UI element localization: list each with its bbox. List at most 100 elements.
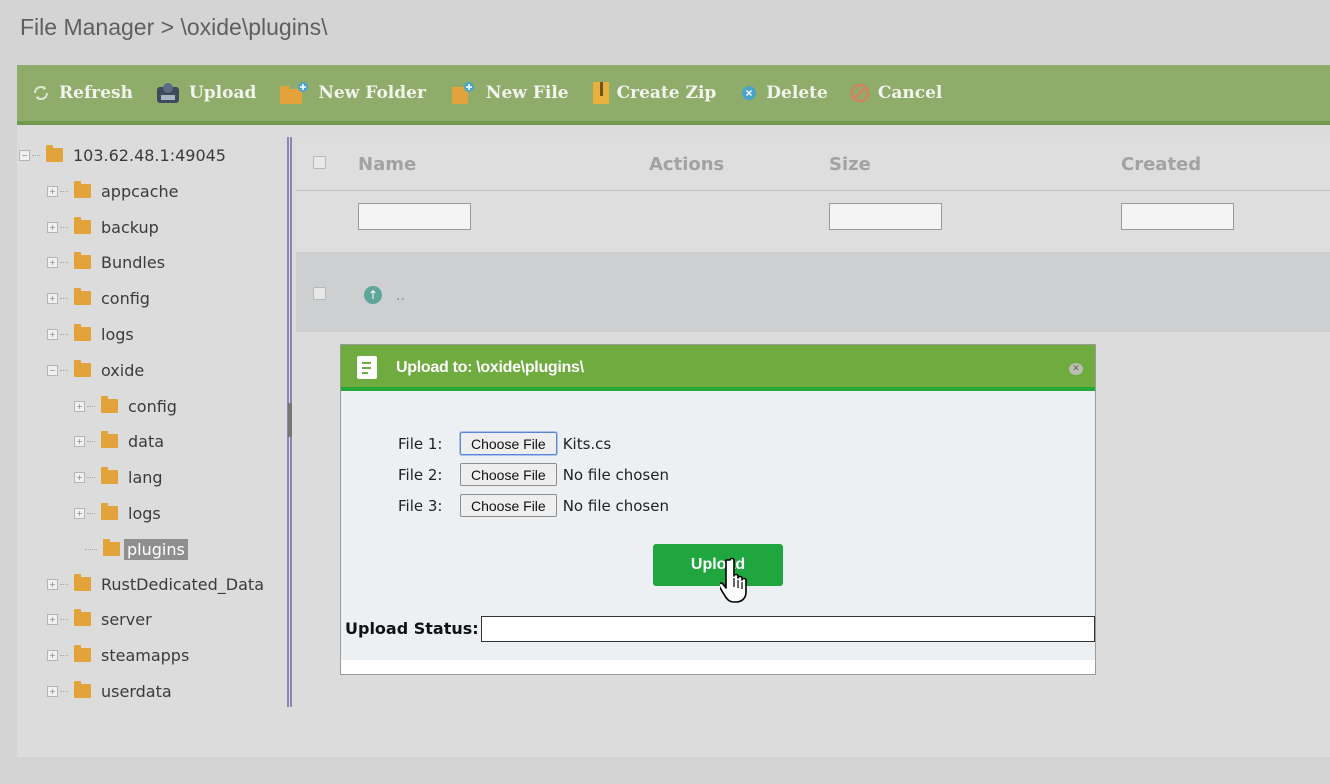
collapse-icon[interactable]: − bbox=[47, 364, 58, 376]
refresh-icon bbox=[31, 83, 51, 103]
delete-icon bbox=[740, 84, 758, 102]
folder-icon bbox=[74, 181, 91, 198]
expand-icon[interactable]: + bbox=[47, 578, 58, 590]
new-folder-label: New Folder bbox=[318, 83, 426, 103]
column-size[interactable]: Size bbox=[829, 154, 871, 175]
splitter-handle[interactable] bbox=[288, 403, 292, 437]
file-value: Kits.cs bbox=[562, 434, 612, 453]
upload-dialog: Upload to: \oxide\plugins\ ✕ File 1: Cho… bbox=[340, 344, 1096, 675]
file-row-2: File 2: Choose File No file chosen bbox=[398, 463, 669, 486]
expand-icon[interactable]: + bbox=[47, 221, 58, 233]
tree-item-oxide-lang[interactable]: + lang bbox=[74, 466, 163, 488]
expand-icon[interactable]: + bbox=[47, 613, 58, 625]
new-folder-button[interactable]: New Folder bbox=[278, 81, 426, 105]
upload-submit-button[interactable]: Upload bbox=[653, 544, 783, 586]
expand-icon[interactable]: + bbox=[47, 256, 58, 268]
tree-root[interactable]: − 103.62.48.1:49045 bbox=[19, 144, 226, 166]
folder-icon bbox=[74, 217, 91, 234]
folder-icon bbox=[74, 609, 91, 626]
expand-icon[interactable]: + bbox=[74, 435, 85, 447]
upload-toolbar-button[interactable]: Upload bbox=[155, 81, 256, 105]
upload-status-label: Upload Status: bbox=[345, 619, 479, 638]
expand-icon[interactable]: + bbox=[74, 471, 85, 483]
name-filter-input[interactable] bbox=[358, 203, 471, 230]
tree-item-label: logs bbox=[101, 324, 134, 344]
tree-item-config[interactable]: + config bbox=[47, 287, 150, 309]
tree-item-oxide-data[interactable]: + data bbox=[74, 430, 164, 452]
folder-tree: − 103.62.48.1:49045 + appcache + backup … bbox=[17, 130, 287, 710]
folder-icon bbox=[74, 252, 91, 269]
delete-label: Delete bbox=[766, 83, 828, 103]
folder-icon bbox=[101, 467, 118, 484]
file-row-1: File 1: Choose File Kits.cs bbox=[398, 432, 611, 455]
column-name[interactable]: Name bbox=[358, 154, 416, 175]
dialog-footer bbox=[341, 660, 1095, 674]
delete-button[interactable]: Delete bbox=[740, 83, 828, 103]
folder-icon bbox=[103, 539, 120, 556]
expand-icon[interactable]: + bbox=[47, 328, 58, 340]
upload-status-field bbox=[481, 616, 1095, 642]
tree-item-label: userdata bbox=[101, 681, 172, 701]
choose-file-button[interactable]: Choose File bbox=[460, 494, 557, 517]
folder-icon bbox=[74, 288, 91, 305]
document-icon bbox=[357, 356, 377, 379]
choose-file-button[interactable]: Choose File bbox=[460, 432, 557, 455]
new-file-button[interactable]: New File bbox=[448, 81, 569, 105]
tree-item-appcache[interactable]: + appcache bbox=[47, 180, 179, 202]
toolbar: Refresh Upload New Folder New File Creat… bbox=[17, 65, 1330, 125]
refresh-label: Refresh bbox=[59, 83, 133, 103]
expand-icon[interactable]: + bbox=[74, 507, 85, 519]
tree-item-label: Bundles bbox=[101, 252, 166, 272]
column-actions[interactable]: Actions bbox=[649, 154, 724, 175]
tree-item-oxide-plugins[interactable]: plugins bbox=[85, 538, 188, 560]
tree-item-server[interactable]: + server bbox=[47, 608, 152, 630]
new-file-icon bbox=[448, 81, 478, 105]
folder-icon bbox=[101, 396, 118, 413]
expand-icon[interactable]: + bbox=[47, 292, 58, 304]
collapse-icon[interactable]: − bbox=[19, 149, 30, 161]
file-row-3: File 3: Choose File No file chosen bbox=[398, 494, 669, 517]
cancel-button[interactable]: Cancel bbox=[850, 83, 943, 103]
row-checkbox[interactable] bbox=[313, 287, 326, 300]
created-filter-input[interactable] bbox=[1121, 203, 1234, 230]
tree-item-backup[interactable]: + backup bbox=[47, 216, 159, 238]
expand-icon[interactable]: + bbox=[47, 185, 58, 197]
cancel-label: Cancel bbox=[877, 83, 943, 103]
create-zip-button[interactable]: Create Zip bbox=[591, 80, 717, 106]
tree-item-oxide-config[interactable]: + config bbox=[74, 395, 177, 417]
file-label: File 3: bbox=[398, 496, 443, 515]
tree-item-label: plugins bbox=[124, 538, 188, 560]
cancel-icon bbox=[850, 83, 870, 103]
tree-item-logs[interactable]: + logs bbox=[47, 323, 134, 345]
expand-icon[interactable]: + bbox=[74, 400, 85, 412]
tree-item-bundles[interactable]: + Bundles bbox=[47, 251, 165, 273]
close-icon[interactable]: ✕ bbox=[1069, 363, 1083, 375]
folder-icon bbox=[74, 574, 91, 591]
tree-item-rustdedicated-data[interactable]: + RustDedicated_Data bbox=[47, 573, 264, 595]
new-file-label: New File bbox=[485, 83, 569, 103]
create-zip-label: Create Zip bbox=[616, 83, 717, 103]
tree-root-label: 103.62.48.1:49045 bbox=[73, 145, 226, 165]
expand-icon[interactable]: + bbox=[47, 649, 58, 661]
parent-folder-label: .. bbox=[396, 288, 405, 304]
tree-item-label: backup bbox=[101, 217, 159, 237]
file-label: File 1: bbox=[398, 434, 443, 453]
file-label: File 2: bbox=[398, 465, 443, 484]
select-all-checkbox[interactable] bbox=[313, 156, 326, 169]
upload-icon bbox=[155, 81, 181, 105]
tree-item-oxide-logs[interactable]: + logs bbox=[74, 502, 161, 524]
folder-icon bbox=[74, 360, 91, 377]
refresh-button[interactable]: Refresh bbox=[31, 83, 133, 103]
tree-item-oxide[interactable]: − oxide bbox=[47, 359, 144, 381]
tree-item-userdata[interactable]: + userdata bbox=[47, 680, 172, 702]
tree-item-label: config bbox=[128, 396, 177, 416]
up-arrow-icon[interactable]: ↑ bbox=[364, 286, 382, 304]
parent-folder-row[interactable] bbox=[296, 252, 1330, 332]
size-filter-input[interactable] bbox=[829, 203, 942, 230]
choose-file-button[interactable]: Choose File bbox=[460, 463, 557, 486]
column-created[interactable]: Created bbox=[1121, 154, 1201, 175]
file-value: No file chosen bbox=[562, 465, 669, 484]
expand-icon[interactable]: + bbox=[47, 685, 58, 697]
tree-item-steamapps[interactable]: + steamapps bbox=[47, 644, 189, 666]
hand-cursor-icon bbox=[718, 556, 754, 610]
